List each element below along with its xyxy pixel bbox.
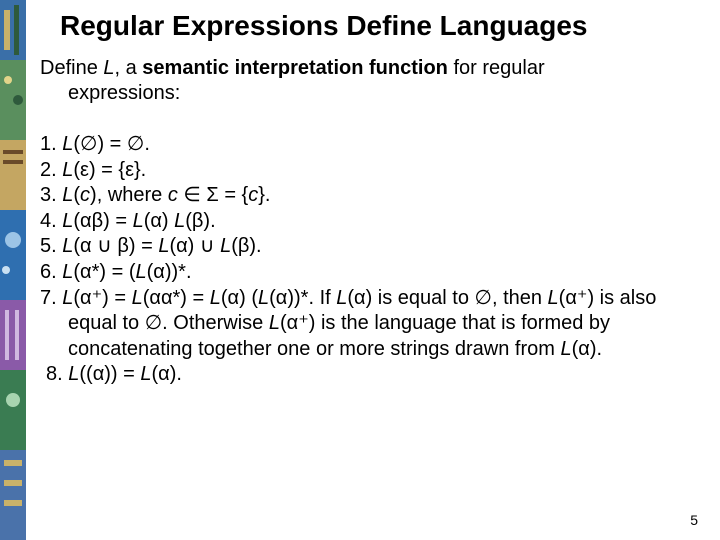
decorative-sidebar <box>0 0 26 540</box>
rule-8: 8. L((α)) = L(α). <box>40 362 706 388</box>
rule-1: 1. L(∅) = ∅. <box>40 132 706 158</box>
slide-title: Regular Expressions Define Languages <box>60 10 706 42</box>
slide-content: Regular Expressions Define Languages Def… <box>40 10 706 530</box>
rule-7: 7. L(α⁺) = L(αα*) = L(α) (L(α))*. If L(α… <box>40 286 706 363</box>
intro-text: Define L, a semantic interpretation func… <box>40 56 706 106</box>
rule-4: 4. L(αβ) = L(α) L(β). <box>40 209 706 235</box>
page-number: 5 <box>690 512 698 528</box>
rule-5: 5. L(α ∪ β) = L(α) ∪ L(β). <box>40 234 706 260</box>
rule-3: 3. L(c), where c ∈ Σ = {c}. <box>40 183 706 209</box>
rules-list: 1. L(∅) = ∅. 2. L(ε) = {ε}. 3. L(c), whe… <box>40 132 706 388</box>
rule-6: 6. L(α*) = (L(α))*. <box>40 260 706 286</box>
rule-2: 2. L(ε) = {ε}. <box>40 158 706 184</box>
